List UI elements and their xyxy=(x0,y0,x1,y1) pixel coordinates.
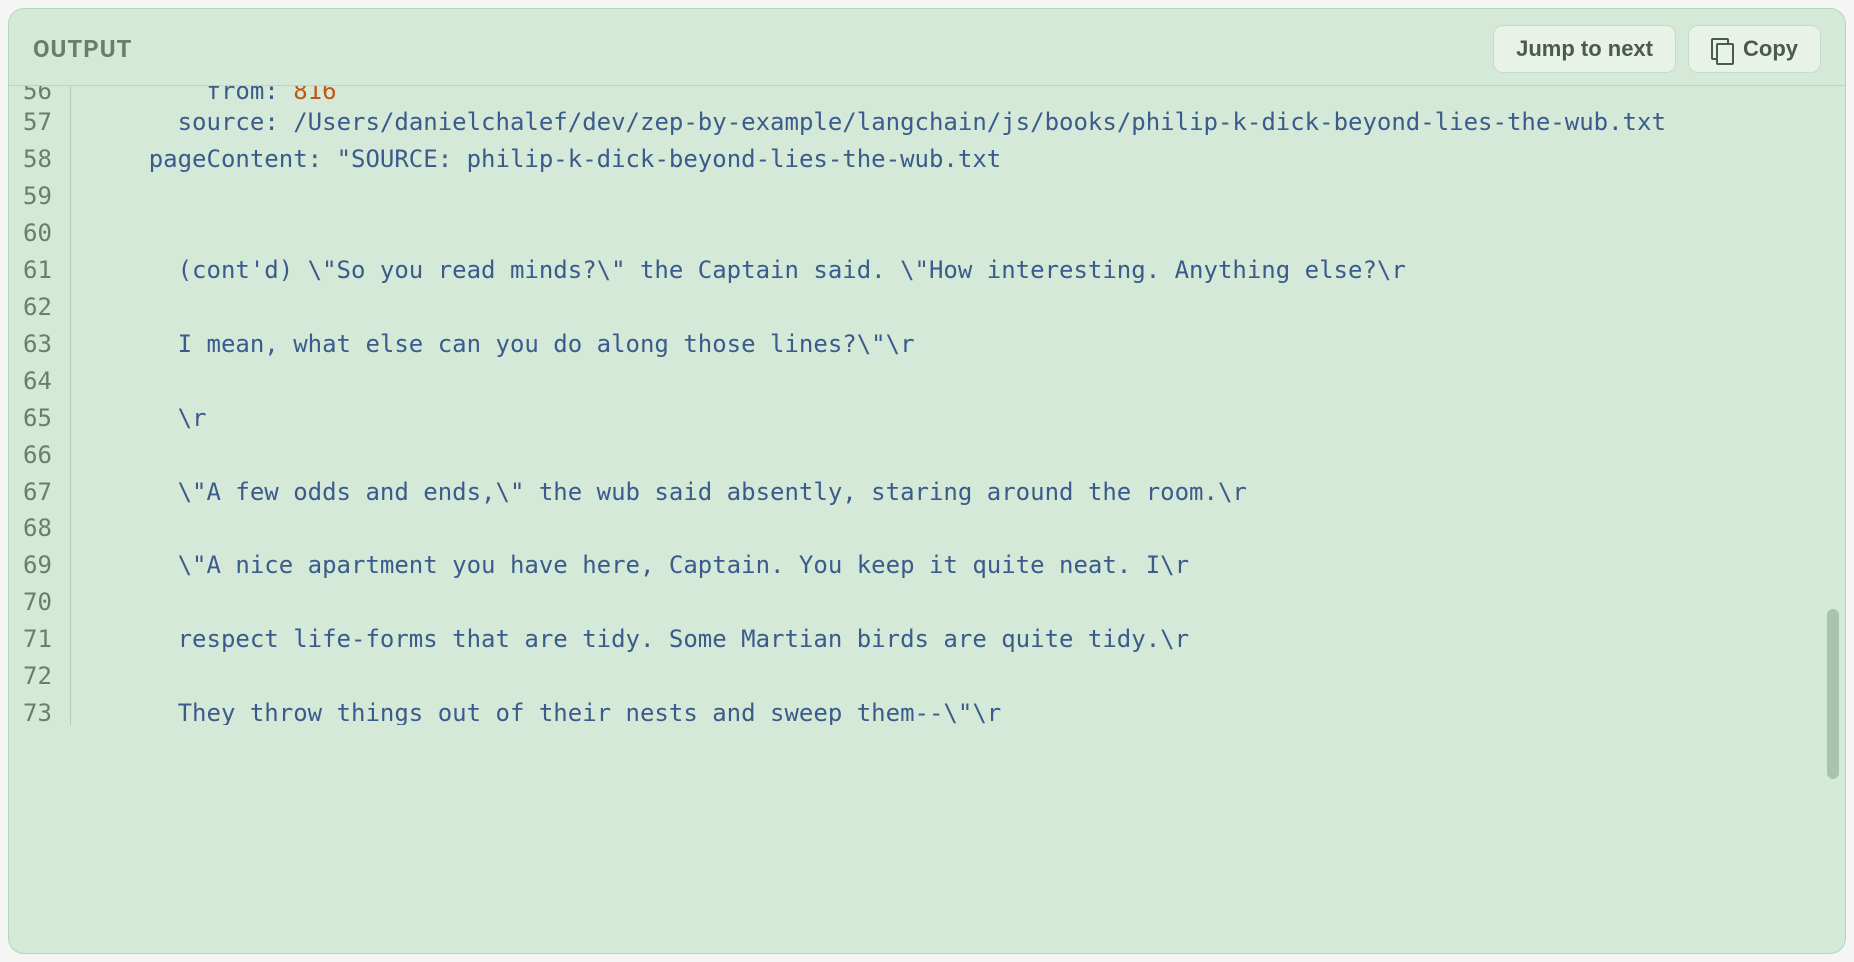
line-content[interactable]: \"A nice apartment you have here, Captai… xyxy=(71,547,1845,584)
line-number: 70 xyxy=(9,584,71,621)
line-content[interactable]: source: /Users/danielchalef/dev/zep-by-e… xyxy=(71,104,1845,141)
line-number: 67 xyxy=(9,474,71,511)
line-content[interactable] xyxy=(71,510,1845,547)
line-content[interactable]: pageContent: "SOURCE: philip-k-dick-beyo… xyxy=(71,141,1845,178)
code-line: 62 xyxy=(9,289,1845,326)
line-content[interactable] xyxy=(71,215,1845,252)
code-line: 61 (cont'd) \"So you read minds?\" the C… xyxy=(9,252,1845,289)
line-number: 69 xyxy=(9,547,71,584)
code-line: 70 xyxy=(9,584,1845,621)
line-number: 71 xyxy=(9,621,71,658)
jump-to-next-button[interactable]: Jump to next xyxy=(1493,25,1676,73)
line-number: 65 xyxy=(9,400,71,437)
copy-icon xyxy=(1711,38,1733,60)
code-line: 64 xyxy=(9,363,1845,400)
jump-to-next-label: Jump to next xyxy=(1516,36,1653,62)
line-number: 73 xyxy=(9,695,71,725)
code-line: 72 xyxy=(9,658,1845,695)
line-content[interactable]: (cont'd) \"So you read minds?\" the Capt… xyxy=(71,252,1845,289)
line-number: 62 xyxy=(9,289,71,326)
copy-label: Copy xyxy=(1743,36,1798,62)
scrollbar-thumb[interactable] xyxy=(1827,609,1839,779)
header-actions: Jump to next Copy xyxy=(1493,25,1821,73)
line-content[interactable] xyxy=(71,178,1845,215)
line-content[interactable]: They throw things out of their nests and… xyxy=(71,695,1845,725)
code-line: 56 from: 816 xyxy=(9,86,1845,104)
line-number: 61 xyxy=(9,252,71,289)
line-content[interactable]: from: 816 xyxy=(71,86,1845,104)
line-number: 59 xyxy=(9,178,71,215)
line-content[interactable] xyxy=(71,658,1845,695)
line-number: 66 xyxy=(9,437,71,474)
line-content[interactable]: \r xyxy=(71,400,1845,437)
line-content[interactable] xyxy=(71,289,1845,326)
code-line: 73 They throw things out of their nests … xyxy=(9,695,1845,725)
code-line: 63 I mean, what else can you do along th… xyxy=(9,326,1845,363)
line-content[interactable]: I mean, what else can you do along those… xyxy=(71,326,1845,363)
code-line: 68 xyxy=(9,510,1845,547)
code-line: 67 \"A few odds and ends,\" the wub said… xyxy=(9,474,1845,511)
code-area[interactable]: 56 from: 81657 source: /Users/danielchal… xyxy=(9,86,1845,954)
code-line: 57 source: /Users/danielchalef/dev/zep-b… xyxy=(9,104,1845,141)
line-number: 68 xyxy=(9,510,71,547)
output-title: OUTPUT xyxy=(33,35,132,63)
line-content[interactable] xyxy=(71,437,1845,474)
line-number: 63 xyxy=(9,326,71,363)
line-content[interactable] xyxy=(71,584,1845,621)
line-number: 57 xyxy=(9,104,71,141)
line-number: 64 xyxy=(9,363,71,400)
output-panel: OUTPUT Jump to next Copy 56 from: 81657 … xyxy=(8,8,1846,954)
code-line: 71 respect life-forms that are tidy. Som… xyxy=(9,621,1845,658)
line-number: 56 xyxy=(9,86,71,104)
line-number: 58 xyxy=(9,141,71,178)
code-line: 60 xyxy=(9,215,1845,252)
line-number: 60 xyxy=(9,215,71,252)
output-header: OUTPUT Jump to next Copy xyxy=(9,9,1845,86)
line-content[interactable]: respect life-forms that are tidy. Some M… xyxy=(71,621,1845,658)
line-number: 72 xyxy=(9,658,71,695)
copy-button[interactable]: Copy xyxy=(1688,25,1821,73)
code-line: 65 \r xyxy=(9,400,1845,437)
code-line: 58 pageContent: "SOURCE: philip-k-dick-b… xyxy=(9,141,1845,178)
line-content[interactable] xyxy=(71,363,1845,400)
code-line: 66 xyxy=(9,437,1845,474)
code-line: 59 xyxy=(9,178,1845,215)
code-line: 69 \"A nice apartment you have here, Cap… xyxy=(9,547,1845,584)
line-content[interactable]: \"A few odds and ends,\" the wub said ab… xyxy=(71,474,1845,511)
